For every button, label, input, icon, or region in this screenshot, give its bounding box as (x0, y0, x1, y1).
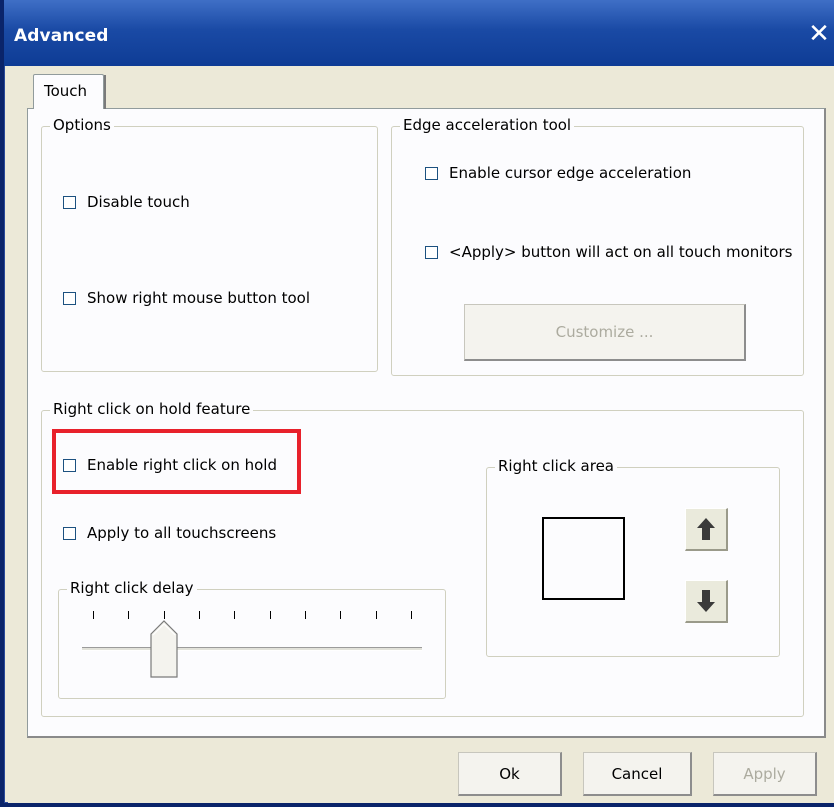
ok-button-label: Ok (499, 764, 520, 783)
arrow-up-icon (697, 518, 715, 540)
title-bar[interactable]: Advanced ✕ (4, 0, 834, 66)
options-group-title: Options (50, 116, 114, 134)
apply-button-label: Apply (743, 764, 786, 783)
slider-tick (411, 611, 412, 619)
slider-tick (305, 611, 306, 619)
enable-edge-label: Enable cursor edge acceleration (449, 164, 692, 182)
slider-thumb[interactable] (150, 620, 178, 678)
slider-tick (269, 611, 271, 619)
apply-all-touchscreens-label: Apply to all touchscreens (87, 524, 277, 542)
right-click-area-title: Right click area (495, 457, 618, 475)
apply-all-monitors-row[interactable]: <Apply> button will act on all touch mon… (425, 243, 792, 261)
disable-touch-row[interactable]: Disable touch (63, 193, 190, 211)
right-click-delay-group: Right click delay (58, 579, 446, 699)
enable-edge-row[interactable]: Enable cursor edge acceleration (425, 164, 691, 182)
show-rmb-tool-checkbox[interactable] (63, 291, 76, 305)
right-click-area-preview (542, 517, 625, 600)
slider-tick (340, 611, 342, 619)
cancel-button-label: Cancel (611, 764, 663, 783)
disable-touch-checkbox[interactable] (63, 195, 76, 209)
apply-all-touchscreens-checkbox[interactable] (63, 526, 76, 540)
cancel-button[interactable]: Cancel (583, 752, 692, 796)
highlight-box (52, 429, 301, 494)
slider-tick (199, 611, 200, 619)
apply-all-monitors-checkbox[interactable] (425, 245, 438, 259)
tab-touch[interactable]: Touch (33, 74, 106, 109)
customize-button-label: Customize ... (555, 323, 654, 341)
right-click-area-group: Right click area (486, 457, 780, 657)
decrease-area-button[interactable] (685, 580, 728, 623)
close-button[interactable]: ✕ (804, 20, 834, 50)
options-group: Options (41, 116, 378, 372)
disable-touch-label: Disable touch (87, 193, 190, 211)
edge-acceleration-group-title: Edge acceleration tool (400, 116, 575, 134)
show-rmb-tool-label: Show right mouse button tool (87, 289, 311, 307)
right-click-delay-title: Right click delay (67, 579, 197, 597)
show-rmb-tool-row[interactable]: Show right mouse button tool (63, 289, 310, 307)
slider-tick (234, 611, 236, 619)
ok-button[interactable]: Ok (458, 752, 562, 796)
slider-track[interactable] (82, 647, 422, 651)
window-title: Advanced (14, 26, 109, 46)
enable-edge-checkbox[interactable] (425, 166, 438, 180)
arrow-down-icon (697, 590, 715, 612)
customize-button[interactable]: Customize ... (464, 304, 746, 361)
slider-tick (128, 611, 130, 619)
apply-button[interactable]: Apply (713, 752, 817, 796)
slider-tick (93, 611, 94, 619)
increase-area-button[interactable] (685, 508, 728, 551)
slider-tick (163, 611, 165, 619)
apply-all-touchscreens-row[interactable]: Apply to all touchscreens (63, 524, 276, 542)
slider-tick (375, 611, 377, 619)
right-click-hold-group-title: Right click on hold feature (50, 400, 254, 418)
apply-all-monitors-label: <Apply> button will act on all touch mon… (449, 243, 793, 261)
tab-touch-label: Touch (44, 82, 88, 100)
close-icon: ✕ (808, 19, 830, 49)
